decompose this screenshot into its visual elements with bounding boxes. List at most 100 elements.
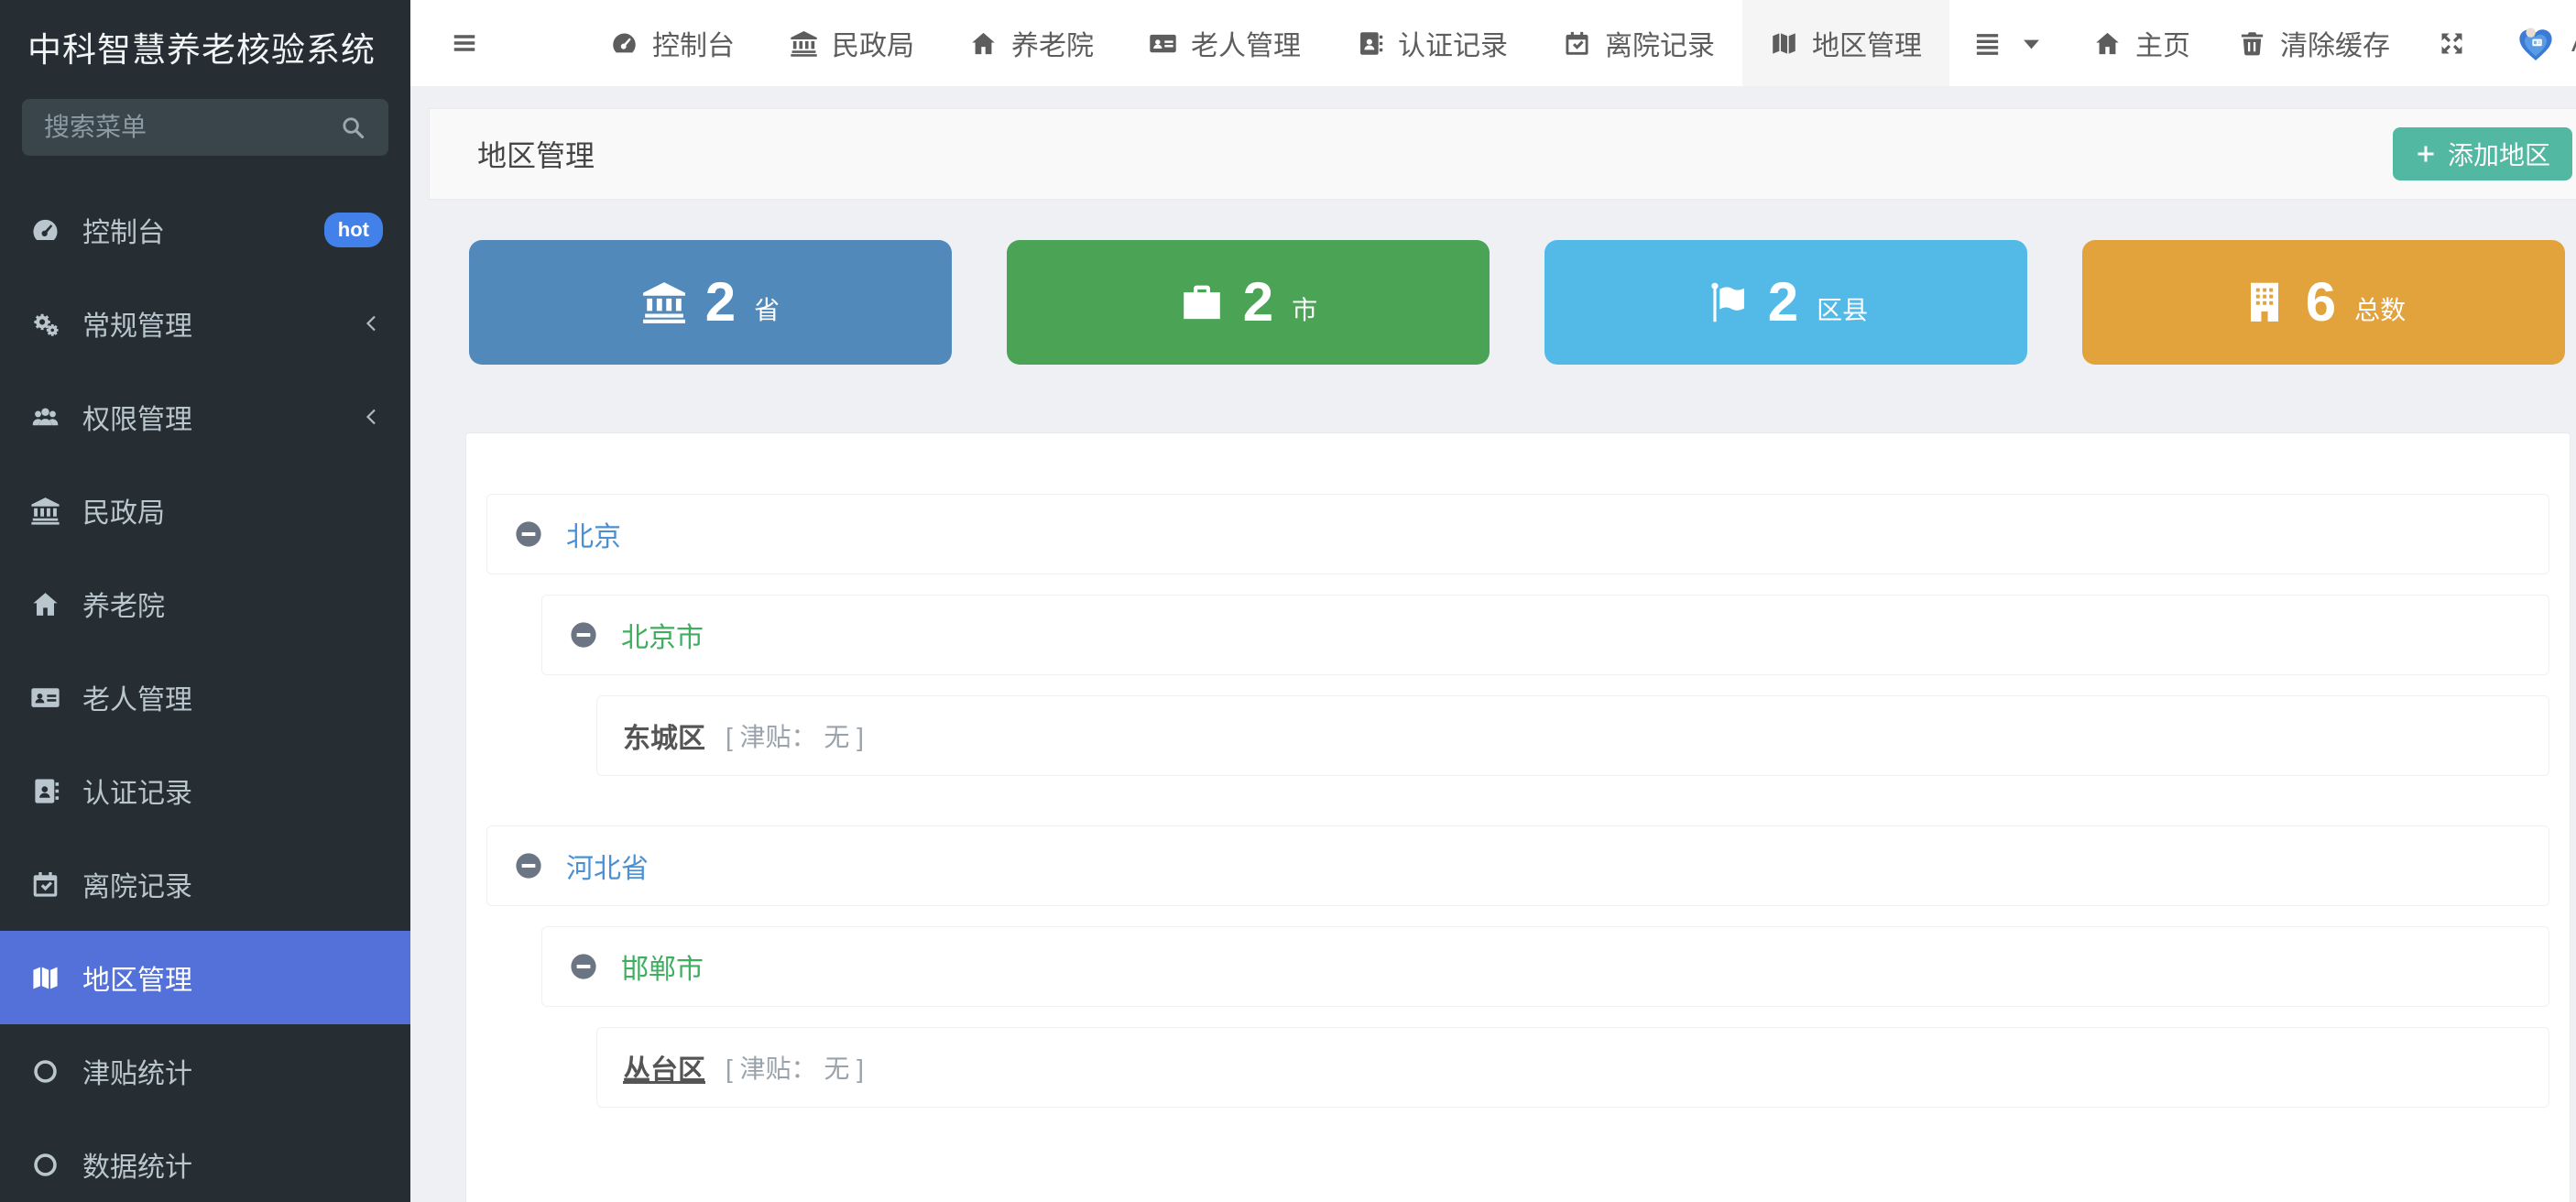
stat-card-total: 6 总数: [2082, 240, 2565, 365]
collapse-toggle-icon[interactable]: [568, 951, 599, 982]
tree-row-hebei: 河北省: [486, 825, 2549, 906]
nav-tab-console[interactable]: 控制台: [583, 0, 762, 86]
nav-user[interactable]: Admin: [2490, 0, 2576, 86]
nav-homepage[interactable]: 主页: [2069, 0, 2214, 86]
briefcase-icon: [1179, 279, 1225, 325]
nav-tab-nursing-home[interactable]: 养老院: [942, 0, 1121, 86]
nav-tab-auth-records[interactable]: 认证记录: [1328, 0, 1535, 86]
nav-tab-label: 民政局: [832, 23, 914, 63]
sidebar-item-auth-records[interactable]: 认证记录: [0, 744, 410, 837]
sidebar-item-region-mgmt[interactable]: 地区管理: [0, 931, 410, 1024]
navbar-tabs: 控制台 民政局 养老院 老人管理 认证记录 离院记录 地区管理: [583, 0, 1949, 86]
user-avatar: [2514, 21, 2558, 65]
stat-value: 2: [1243, 275, 1273, 330]
content-area: 地区管理 添加地区 2 省 2 市 2 区县 6 总数 北京 北京市: [410, 86, 2576, 1202]
sidebar-item-label: 权限管理: [82, 397, 192, 437]
sidebar-menu: 控制台 hot 常规管理 权限管理 民政局 养老院 老人管理 认证记录 离院记录: [0, 183, 410, 1202]
collapse-toggle-icon[interactable]: [568, 619, 599, 650]
sidebar-toggle-button[interactable]: [427, 0, 502, 86]
region-link-beijing-city[interactable]: 北京市: [621, 615, 704, 655]
nav-tab-label: 地区管理: [1812, 23, 1922, 63]
page-title: 地区管理: [477, 133, 595, 175]
users-icon: [22, 402, 68, 432]
tree-row-beijing: 北京: [486, 494, 2549, 574]
map-icon: [1770, 29, 1798, 58]
dashboard-icon: [610, 29, 639, 58]
stat-value: 2: [1768, 275, 1798, 330]
chevron-left-icon: [361, 406, 383, 428]
nav-tab-label: 离院记录: [1605, 23, 1715, 63]
circle-icon: [22, 1056, 68, 1087]
sidebar-item-label: 离院记录: [82, 864, 192, 904]
map-icon: [22, 963, 68, 993]
expand-icon: [2438, 29, 2466, 58]
search-input[interactable]: [44, 113, 339, 142]
calendarcheck-icon: [1563, 29, 1591, 58]
sidebar-item-civil-bureau[interactable]: 民政局: [0, 464, 410, 557]
chevron-left-icon: [361, 312, 383, 334]
nav-tab-elder-mgmt[interactable]: 老人管理: [1121, 0, 1328, 86]
collapse-toggle-icon[interactable]: [513, 519, 544, 550]
sidebar-item-general-mgmt[interactable]: 常规管理: [0, 277, 410, 370]
stat-label: 区县: [1817, 290, 1868, 327]
list-icon: [1973, 29, 2002, 58]
idcard-icon: [1149, 29, 1177, 58]
add-region-label: 添加地区: [2448, 136, 2550, 172]
tree-row-dongcheng: 东城区 [ 津贴： 无 ]: [596, 695, 2549, 776]
sidebar-item-console[interactable]: 控制台 hot: [0, 183, 410, 277]
sidebar-item-label: 津贴统计: [82, 1051, 192, 1091]
stat-card-cities: 2 市: [1007, 240, 1490, 365]
sidebar-item-label: 控制台: [82, 210, 165, 250]
home-icon: [2093, 29, 2122, 58]
sidebar-item-data-stats[interactable]: 数据统计: [0, 1118, 410, 1202]
stat-label: 市: [1292, 290, 1317, 327]
trash-icon: [2238, 29, 2266, 58]
stat-cards: 2 省 2 市 2 区县 6 总数: [469, 240, 2565, 365]
page-header: 地区管理 添加地区: [429, 108, 2576, 200]
nav-clear-cache[interactable]: 清除缓存: [2214, 0, 2414, 86]
region-tree-panel: 北京 北京市 东城区 [ 津贴： 无 ] 河北省 邯郸市 丛台区 [ 津贴： 无…: [465, 432, 2571, 1202]
search-icon[interactable]: [339, 114, 366, 141]
app-window: 中科智慧养老核验系统 控制台 hot 常规管理 权限管理 民政局 养老院 老人管…: [0, 0, 2576, 1202]
nav-tab-civil-bureau[interactable]: 民政局: [762, 0, 942, 86]
sidebar-item-label: 养老院: [82, 584, 165, 624]
tree-row-beijing-city: 北京市: [541, 595, 2549, 675]
region-link-congtai[interactable]: 丛台区: [623, 1047, 705, 1087]
nav-menu-dropdown[interactable]: [1949, 0, 2069, 86]
region-link-handan[interactable]: 邯郸市: [621, 946, 704, 987]
app-title: 中科智慧养老核验系统: [0, 0, 410, 81]
stat-value: 2: [705, 275, 736, 330]
sidebar-search-box: [22, 99, 388, 156]
sidebar-item-elder-mgmt[interactable]: 老人管理: [0, 650, 410, 744]
nav-right-label: 清除缓存: [2280, 23, 2390, 63]
sidebar-item-permission-mgmt[interactable]: 权限管理: [0, 370, 410, 464]
region-link-dongcheng[interactable]: 东城区: [623, 716, 705, 756]
sidebar-item-label: 地区管理: [82, 957, 192, 998]
stat-label: 省: [754, 290, 780, 327]
building-icon: [2242, 279, 2287, 325]
collapse-toggle-icon[interactable]: [513, 850, 544, 881]
region-link-hebei[interactable]: 河北省: [566, 846, 649, 886]
sidebar-item-discharge-records[interactable]: 离院记录: [0, 837, 410, 931]
gears-icon: [22, 309, 68, 339]
hot-badge: hot: [324, 213, 383, 247]
bank-icon: [790, 29, 818, 58]
subsidy-text: [ 津贴： 无 ]: [726, 717, 864, 754]
stat-card-provinces: 2 省: [469, 240, 952, 365]
sidebar-item-label: 常规管理: [82, 303, 192, 344]
nav-tab-discharge-records[interactable]: 离院记录: [1535, 0, 1742, 86]
region-link-beijing[interactable]: 北京: [566, 514, 621, 554]
addressbook-icon: [22, 776, 68, 806]
nav-right-label: Admin: [2571, 27, 2576, 59]
circle-icon: [22, 1150, 68, 1180]
idcard-icon: [22, 683, 68, 713]
region-tree: 北京 北京市 东城区 [ 津贴： 无 ] 河北省 邯郸市 丛台区 [ 津贴： 无…: [486, 494, 2549, 1108]
nav-tab-label: 认证记录: [1398, 23, 1508, 63]
nav-tab-region-mgmt[interactable]: 地区管理: [1742, 0, 1949, 86]
nav-fullscreen[interactable]: [2414, 0, 2490, 86]
sidebar-item-nursing-home[interactable]: 养老院: [0, 557, 410, 650]
navbar-right: 主页 清除缓存 Admin: [1949, 0, 2576, 86]
sidebar-item-subsidy-stats[interactable]: 津贴统计: [0, 1024, 410, 1118]
sidebar-item-label: 数据统计: [82, 1144, 192, 1185]
add-region-button[interactable]: 添加地区: [2393, 127, 2572, 180]
